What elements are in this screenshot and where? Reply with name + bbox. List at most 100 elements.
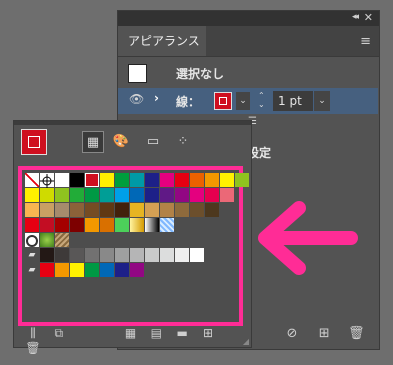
weight-dropdown-icon[interactable]: ⌄ (314, 91, 330, 111)
collapse-panel-icon[interactable]: ◂◂ (352, 12, 359, 22)
swatch[interactable] (55, 248, 69, 262)
gradient-icon[interactable]: ▭ (142, 131, 164, 153)
swatch[interactable] (55, 218, 69, 232)
new-group-icon[interactable]: ▬ (171, 326, 193, 340)
swatch[interactable] (115, 263, 129, 277)
swatch[interactable] (205, 203, 219, 217)
swatch[interactable] (25, 233, 39, 247)
stroke-color-button[interactable] (214, 92, 232, 110)
swatch[interactable] (70, 248, 84, 262)
swatch[interactable] (220, 188, 234, 202)
swatch[interactable] (100, 263, 114, 277)
swatch[interactable] (55, 173, 69, 187)
stroke-row[interactable]: 👁 › 線： ⌄ ⌃ ⌄ 1 pt ⌄ (118, 88, 378, 114)
swatch[interactable] (115, 248, 129, 262)
swatch[interactable] (55, 233, 69, 247)
swatch[interactable] (130, 188, 144, 202)
close-panel-icon[interactable]: ✕ (364, 11, 373, 24)
swatch[interactable] (70, 188, 84, 202)
swatch[interactable] (85, 203, 99, 217)
panel-menu-icon[interactable]: ≡ (360, 34, 371, 49)
swatch[interactable] (85, 188, 99, 202)
swatch[interactable] (175, 203, 189, 217)
delete-swatch-icon[interactable]: 🗑 (22, 341, 44, 355)
swatch[interactable] (175, 248, 189, 262)
swatch[interactable] (130, 173, 144, 187)
swatch[interactable] (85, 173, 99, 187)
pattern-icon[interactable]: ⁘ (172, 131, 194, 153)
palette-icon[interactable]: 🎨 (110, 131, 132, 153)
swatch[interactable] (145, 188, 159, 202)
swatch[interactable] (70, 218, 84, 232)
swatch[interactable] (85, 263, 99, 277)
tab-appearance[interactable]: アピアランス (118, 26, 206, 56)
swatch[interactable] (130, 218, 144, 232)
swatch[interactable] (115, 203, 129, 217)
swatch[interactable] (40, 188, 54, 202)
swatch[interactable] (100, 218, 114, 232)
show-kinds-icon[interactable]: ▦ (119, 326, 141, 340)
swatch[interactable] (40, 263, 54, 277)
chevron-down-icon[interactable]: ⌄ (236, 92, 250, 110)
swatch[interactable] (100, 188, 114, 202)
swatch[interactable] (25, 173, 39, 187)
swatch[interactable] (85, 218, 99, 232)
swatch[interactable] (160, 203, 174, 217)
swatch[interactable] (40, 218, 54, 232)
swatch[interactable] (25, 218, 39, 232)
clear-appearance-icon[interactable]: ⊘ (278, 326, 306, 341)
swatch[interactable] (130, 248, 144, 262)
no-selection-row[interactable]: 選択なし (118, 58, 378, 86)
chevron-right-icon[interactable]: › (154, 91, 159, 105)
swatch[interactable] (100, 203, 114, 217)
swatch[interactable] (160, 188, 174, 202)
swatch[interactable] (100, 248, 114, 262)
swatch[interactable] (55, 203, 69, 217)
swatch[interactable] (175, 173, 189, 187)
resize-handle-icon[interactable]: ◢ (243, 337, 249, 346)
stepper-icon[interactable]: ⌃ ⌄ (258, 91, 265, 109)
swatch[interactable] (160, 218, 174, 232)
swatch[interactable] (220, 173, 234, 187)
stroke-weight-field[interactable]: 1 pt (273, 91, 313, 111)
swatch[interactable] (40, 173, 54, 188)
swatch[interactable] (85, 248, 99, 262)
swatch[interactable] (190, 188, 204, 202)
swatch[interactable] (40, 248, 54, 262)
swatch[interactable] (25, 188, 39, 202)
swatch[interactable] (115, 173, 129, 187)
swatch[interactable] (25, 203, 39, 217)
swatch[interactable] (115, 188, 129, 202)
new-swatch-icon[interactable]: ⊞ (197, 326, 219, 340)
swatch[interactable] (70, 263, 84, 277)
swatch[interactable] (190, 203, 204, 217)
add-new-item-icon[interactable]: ⊞ (310, 326, 338, 341)
swatch[interactable] (40, 203, 54, 217)
swatch[interactable] (190, 173, 204, 187)
swatch[interactable] (130, 203, 144, 217)
delete-icon[interactable]: 🗑 (342, 326, 370, 341)
swatch[interactable] (145, 173, 159, 187)
swatch[interactable] (190, 248, 204, 262)
swatch[interactable] (205, 173, 219, 187)
swatch-options-icon[interactable]: ▤ (145, 326, 167, 340)
grid-view-icon[interactable]: ▦ (82, 131, 104, 153)
swatch[interactable] (55, 263, 69, 277)
swatches-title-bar[interactable] (14, 121, 251, 125)
folder-icon[interactable]: ▰ (25, 263, 39, 277)
swatch[interactable] (145, 218, 159, 232)
panel-title-bar[interactable]: ◂◂ ✕ (118, 11, 379, 26)
swatch[interactable] (115, 218, 129, 232)
swatch[interactable] (145, 203, 159, 217)
place-swatch-icon[interactable]: ⧉ (48, 326, 70, 341)
swatch[interactable] (175, 188, 189, 202)
swatch[interactable] (55, 188, 69, 202)
library-icon[interactable]: ⫼ (22, 326, 44, 341)
swatch[interactable] (160, 173, 174, 187)
swatch[interactable] (100, 173, 114, 187)
eye-icon[interactable]: 👁 (129, 92, 144, 106)
swatch[interactable] (145, 248, 159, 262)
swatch[interactable] (130, 263, 144, 277)
folder-icon[interactable]: ▰ (25, 248, 39, 262)
swatch[interactable] (160, 248, 174, 262)
